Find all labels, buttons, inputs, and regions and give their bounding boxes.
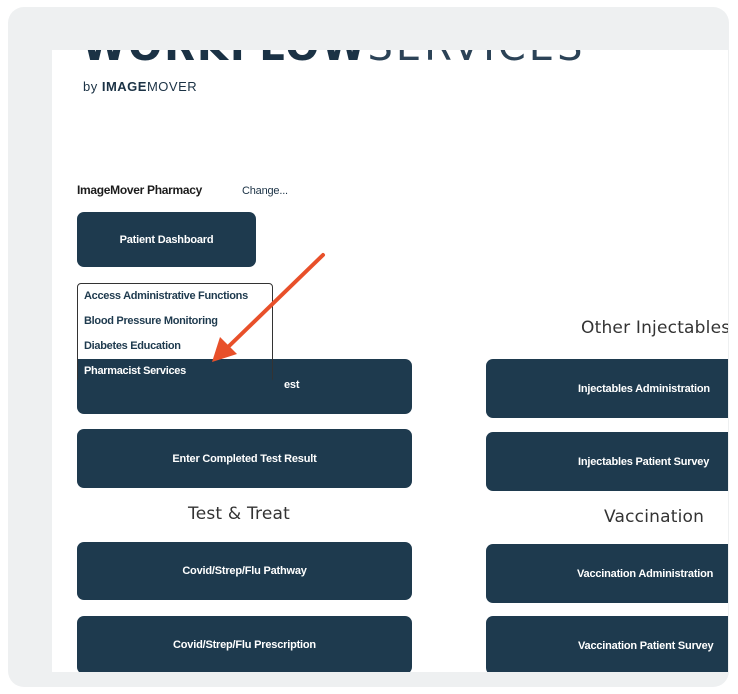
covid-prescription-button[interactable]: Covid/Strep/Flu Prescription xyxy=(77,616,412,672)
dropdown-item-blood-pressure[interactable]: Blood Pressure Monitoring xyxy=(78,309,272,334)
vaccination-administration-label: Vaccination Administration xyxy=(577,567,714,580)
vaccination-patient-survey-label: Vaccination Patient Survey xyxy=(578,639,714,652)
services-dropdown-menu[interactable]: Access Administrative Functions Blood Pr… xyxy=(77,283,273,384)
brand-logo: WORKFLOWSERVICES xyxy=(82,50,585,70)
enter-completed-test-result-button[interactable]: Enter Completed Test Result xyxy=(77,429,412,488)
patient-dashboard-label: Patient Dashboard xyxy=(119,233,214,246)
app-screen: WORKFLOWSERVICES by IMAGEMOVER ImageMove… xyxy=(52,50,728,672)
enter-completed-test-result-label: Enter Completed Test Result xyxy=(172,452,317,465)
brand-byline: by IMAGEMOVER xyxy=(83,79,197,94)
byline-bold: IMAGE xyxy=(101,79,147,94)
byline-prefix: by xyxy=(83,79,102,94)
covid-prescription-label: Covid/Strep/Flu Prescription xyxy=(173,639,316,651)
vaccination-heading: Vaccination xyxy=(604,507,705,527)
dropdown-item-diabetes-education[interactable]: Diabetes Education xyxy=(78,334,272,359)
covid-pathway-button[interactable]: Covid/Strep/Flu Pathway xyxy=(77,542,412,600)
dropdown-item-pharmacist-services[interactable]: Pharmacist Services xyxy=(78,359,272,384)
logo-light-text: SERVICES xyxy=(367,50,585,70)
patient-dashboard-button[interactable]: Patient Dashboard xyxy=(77,212,256,267)
test-and-treat-heading: Test & Treat xyxy=(188,504,290,524)
injectables-patient-survey-button[interactable]: Injectables Patient Survey xyxy=(486,432,728,491)
change-pharmacy-link[interactable]: Change... xyxy=(242,185,288,197)
injectables-administration-button[interactable]: Injectables Administration xyxy=(486,359,728,418)
request-button-partial-label: est xyxy=(284,379,300,391)
injectables-administration-label: Injectables Administration xyxy=(578,382,710,395)
covid-pathway-label: Covid/Strep/Flu Pathway xyxy=(182,565,307,577)
logo-bold-text: WORKFLOW xyxy=(82,50,367,70)
pharmacy-name: ImageMover Pharmacy xyxy=(77,183,203,197)
dropdown-item-admin-functions[interactable]: Access Administrative Functions xyxy=(78,284,272,309)
vaccination-patient-survey-button[interactable]: Vaccination Patient Survey xyxy=(486,616,728,672)
vaccination-administration-button[interactable]: Vaccination Administration xyxy=(486,544,728,603)
other-injectables-heading: Other Injectables xyxy=(581,318,728,338)
injectables-patient-survey-label: Injectables Patient Survey xyxy=(578,455,710,468)
byline-light: MOVER xyxy=(146,79,198,94)
screenshot-frame: WORKFLOWSERVICES by IMAGEMOVER ImageMove… xyxy=(8,7,729,687)
